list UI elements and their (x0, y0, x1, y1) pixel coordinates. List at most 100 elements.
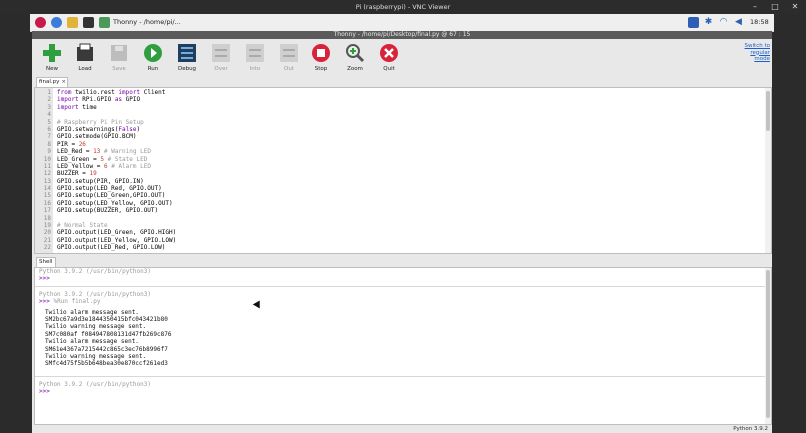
line-number: 22 (43, 244, 51, 252)
shell-prompt: >>> (39, 298, 50, 306)
close-tab-icon[interactable]: × (61, 79, 66, 85)
debug-label: Debug (177, 66, 197, 72)
vnc-server-icon[interactable] (688, 17, 699, 28)
shell-separator (35, 375, 771, 377)
code-text: from twilio.rest import Client (57, 89, 166, 96)
code-text: LED_Red = 13 # Warning LED (57, 148, 151, 156)
run-command-text: %Run final.py (53, 298, 101, 306)
step-out-icon (280, 44, 298, 62)
code-text: LED_Yellow = 6 # Alarm LED (57, 162, 151, 170)
code-line: 6 GPIO.setwarnings(False) (35, 126, 771, 133)
code-line: 18 (35, 215, 771, 222)
taskbar-thonny-label[interactable]: Thonny - /home/pi/... (113, 14, 181, 31)
new-button[interactable]: New (37, 43, 67, 72)
toolbar: New Load Save Run Debug Over Into Out St… (32, 39, 772, 77)
line-number: 20 (43, 229, 51, 237)
maximize-icon[interactable]: □ (768, 0, 782, 14)
shell-output-line: SM7c080af f084947808131d47fb269c876 (45, 330, 172, 338)
code-line: 17 GPIO.setup(BUZZER, GPIO.OUT) (35, 207, 771, 214)
line-number: 4 (47, 111, 51, 119)
shell-output-line: Twilio alarm message sent. (45, 338, 139, 346)
shell-prompt: >>> (39, 388, 50, 396)
code-text: GPIO.output(LED_Red, GPIO.LOW) (57, 244, 166, 252)
new-label: New (46, 66, 58, 72)
code-line: 12 BUZZER = 19 (35, 170, 771, 177)
line-number: 10 (43, 155, 51, 163)
line-number: 15 (43, 192, 51, 200)
editor-scrollbar[interactable] (765, 88, 771, 253)
code-line: 1 from twilio.rest import Client (35, 89, 771, 96)
code-editor[interactable]: 1 from twilio.rest import Client 2 import R… (34, 87, 772, 254)
load-button[interactable]: Load (70, 43, 100, 72)
thonny-title: Thonny - /home/pi/Desktop/final.py @ 67 … (32, 31, 772, 39)
thonny-taskbar-icon[interactable] (99, 17, 110, 28)
code-text: BUZZER = 19 (57, 170, 97, 178)
status-interpreter[interactable]: Python 3.9.2 (733, 426, 768, 432)
quit-button[interactable]: Quit (374, 43, 404, 72)
stop-icon (312, 44, 330, 62)
raspberry-menu-icon[interactable] (35, 17, 46, 28)
run-icon (144, 44, 162, 62)
step-over-button[interactable]: Over (206, 43, 236, 72)
save-label: Save (112, 66, 126, 72)
new-icon (43, 44, 61, 62)
save-button[interactable]: Save (104, 43, 134, 72)
code-line: 5 # Raspberry Pi Pin Setup (35, 119, 771, 126)
code-text: import RPi.GPIO as GPIO (57, 96, 141, 104)
code-line: 16 GPIO.setup(LED_Yellow, GPIO.OUT) (35, 200, 771, 207)
code-line: 3 import time (35, 104, 771, 111)
stop-button[interactable]: Stop (306, 43, 336, 72)
step-into-label: Into (249, 66, 261, 72)
code-line: 11 LED_Yellow = 6 # Alarm LED (35, 163, 771, 170)
step-into-button[interactable]: Into (240, 43, 270, 72)
line-number: 12 (43, 170, 51, 178)
clock: 18:58 (750, 18, 769, 26)
folder-icon[interactable] (67, 17, 78, 28)
debug-icon (178, 44, 196, 62)
editor-tab-label: final.py (39, 79, 60, 85)
shell-scrollbar-thumb[interactable] (766, 270, 770, 418)
terminal-icon[interactable] (83, 17, 94, 28)
volume-icon[interactable]: ◀ (733, 17, 744, 28)
thonny-window: Thonny - /home/pi/Desktop/final.py @ 67 … (32, 31, 772, 433)
step-out-button[interactable]: Out (274, 43, 304, 72)
code-text: GPIO.setmode(GPIO.BCM) (57, 133, 137, 141)
run-button[interactable]: Run (138, 43, 168, 72)
code-text: GPIO.setup(PIR, GPIO.IN) (57, 177, 144, 185)
code-line: 9 LED_Red = 13 # Warning LED (35, 148, 771, 155)
code-text: # Normal State (57, 222, 108, 230)
wifi-icon[interactable]: ◠ (718, 17, 729, 28)
shell-tab[interactable]: Shell (36, 257, 56, 267)
step-into-icon (246, 44, 264, 62)
line-number: 6 (47, 125, 51, 133)
line-number: 16 (43, 199, 51, 207)
line-number: 19 (43, 222, 51, 230)
line-number: 17 (43, 207, 51, 215)
switch-to-regular-mode-link[interactable]: Switch to regular mode (734, 43, 770, 63)
browser-icon[interactable] (51, 17, 62, 28)
code-text: GPIO.setup(LED_Red, GPIO.OUT) (57, 185, 162, 193)
shell-separator (35, 285, 771, 287)
editor-scrollbar-thumb[interactable] (766, 91, 770, 131)
editor-tab-final-py[interactable]: final.py × (36, 77, 68, 87)
bluetooth-icon[interactable]: ✱ (703, 17, 714, 28)
shell-output-line: Twilio warning message sent. (45, 323, 147, 331)
line-number: 3 (47, 103, 51, 111)
shell-output-line: SMfc4d75f5b5b648bea30e870ccf261ed3 (45, 360, 168, 368)
code-line: 13 GPIO.setup(PIR, GPIO.IN) (35, 178, 771, 185)
code-line: 7 GPIO.setmode(GPIO.BCM) (35, 133, 771, 140)
shell-scrollbar[interactable] (765, 268, 771, 424)
shell-output-line: Twilio warning message sent. (45, 352, 147, 360)
code-line: 15 GPIO.setup(LED_Green,GPIO.OUT) (35, 192, 771, 199)
code-text: # Raspberry Pi Pin Setup (57, 118, 144, 126)
shell-console[interactable]: Python 3.9.2 (/usr/bin/python3) >>> Pyth… (34, 267, 772, 425)
debug-button[interactable]: Debug (172, 43, 202, 72)
step-over-label: Over (214, 66, 228, 72)
shell-prompt: >>> (39, 275, 50, 283)
code-line: 21 GPIO.output(LED_Yellow, GPIO.LOW) (35, 237, 771, 244)
line-number: 18 (43, 214, 51, 222)
zoom-button[interactable]: Zoom (340, 43, 370, 72)
code-text: GPIO.output(LED_Green, GPIO.HIGH) (57, 229, 177, 237)
close-icon[interactable]: ✕ (788, 0, 802, 14)
minimize-icon[interactable]: – (748, 0, 762, 14)
